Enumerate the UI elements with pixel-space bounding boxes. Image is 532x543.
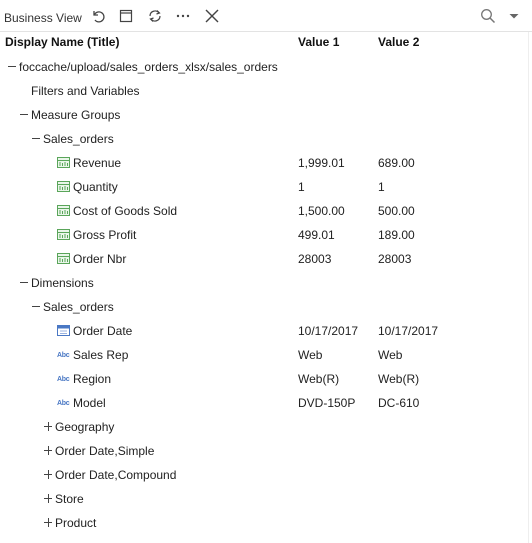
tree-node-dimension-field[interactable]: Abc Model DVD-150P DC-610 xyxy=(0,394,532,412)
value2-cell: 10/17/2017 xyxy=(378,324,439,338)
tree-node-label: foccache/upload/sales_orders_xlsx/sales_… xyxy=(19,60,278,74)
expand-toggle[interactable] xyxy=(43,422,53,432)
tree-node-label: Measure Groups xyxy=(31,108,121,122)
tree-node-label: Store xyxy=(55,492,84,506)
column-header-value2[interactable]: Value 2 xyxy=(378,35,419,49)
measure-icon xyxy=(57,253,70,264)
tree-node-measure-sales-orders[interactable]: Sales_orders xyxy=(0,130,532,148)
tree-node-dimensions[interactable]: Dimensions xyxy=(0,274,532,292)
value1-cell: 10/17/2017 xyxy=(298,324,359,338)
refresh-icon[interactable] xyxy=(147,8,165,24)
expand-toggle[interactable] xyxy=(43,494,53,504)
collapse-toggle[interactable] xyxy=(7,62,17,72)
tree-node-label: Quantity xyxy=(73,180,118,194)
value1-cell: Web(R) xyxy=(298,372,340,386)
measure-icon xyxy=(57,229,70,240)
undo-icon[interactable] xyxy=(90,8,108,24)
dropdown-icon[interactable] xyxy=(506,8,524,24)
expand-toggle[interactable] xyxy=(43,518,53,528)
calendar-icon xyxy=(57,325,70,336)
text-field-icon: Abc xyxy=(57,400,70,407)
column-header-display-name[interactable]: Display Name (Title) xyxy=(5,35,119,49)
tree-node-label: Dimensions xyxy=(31,276,94,290)
value1-cell: DVD-150P xyxy=(298,396,356,410)
collapse-toggle[interactable] xyxy=(19,278,29,288)
text-field-icon: Abc xyxy=(57,376,70,383)
tree-node-label: Gross Profit xyxy=(73,228,137,242)
value2-cell: DC-610 xyxy=(378,396,420,410)
tree-node-measure[interactable]: Order Nbr 28003 28003 xyxy=(0,250,532,268)
expand-toggle[interactable] xyxy=(43,470,53,480)
value2-cell: 189.00 xyxy=(378,228,415,242)
collapse-toggle[interactable] xyxy=(31,302,41,312)
value1-cell: 1,500.00 xyxy=(298,204,345,218)
tree-node-label: Sales Rep xyxy=(73,348,129,362)
tree-node-root[interactable]: foccache/upload/sales_orders_xlsx/sales_… xyxy=(0,58,532,76)
value1-cell: 1,999.01 xyxy=(298,156,345,170)
tree-node-label: Order Date xyxy=(73,324,133,338)
column-header-value1[interactable]: Value 1 xyxy=(298,35,339,49)
tree-node-label: Cost of Goods Sold xyxy=(73,204,178,218)
tree-node-label: Order Nbr xyxy=(73,252,127,266)
tree-node-label: Order Date,Simple xyxy=(55,444,155,458)
tree-node-collapsed-group[interactable]: Order Date,Simple xyxy=(0,442,532,460)
tree-node-measure[interactable]: Cost of Goods Sold 1,500.00 500.00 xyxy=(0,202,532,220)
tree-node-label: Order Date,Compound xyxy=(55,468,177,482)
tree-node-collapsed-group[interactable]: Store xyxy=(0,490,532,508)
value2-cell: 500.00 xyxy=(378,204,415,218)
collapse-toggle[interactable] xyxy=(19,110,29,120)
tree-node-label: Revenue xyxy=(73,156,122,170)
tree-node-label: Sales_orders xyxy=(43,300,114,314)
value2-cell: Web xyxy=(378,348,403,362)
toolbar: Business View xyxy=(0,0,532,32)
tree-node-dimension-field[interactable]: Abc Sales Rep Web Web xyxy=(0,346,532,364)
text-field-icon: Abc xyxy=(57,352,70,359)
tree-node-dimension-sales-orders[interactable]: Sales_orders xyxy=(0,298,532,316)
tree-node-measure[interactable]: Quantity 1 1 xyxy=(0,178,532,196)
tree-node-label: Product xyxy=(55,516,97,530)
more-icon[interactable] xyxy=(175,8,193,24)
tree-node-collapsed-group[interactable]: Order Date,Compound xyxy=(0,466,532,484)
tree-node-measure[interactable]: Revenue 1,999.01 689.00 xyxy=(0,154,532,172)
search-icon[interactable] xyxy=(480,8,498,24)
tree-node-label: Sales_orders xyxy=(43,132,114,146)
collapse-toggle[interactable] xyxy=(31,134,41,144)
measure-icon xyxy=(57,181,70,192)
tree-node-dimension-field[interactable]: Abc Region Web(R) Web(R) xyxy=(0,370,532,388)
value1-cell: 28003 xyxy=(298,252,332,266)
expand-toggle[interactable] xyxy=(43,446,53,456)
value2-cell: 689.00 xyxy=(378,156,415,170)
tree-node-label: Filters and Variables xyxy=(31,84,140,98)
tree-node-measure-groups[interactable]: Measure Groups xyxy=(0,106,532,124)
value2-cell: 28003 xyxy=(378,252,412,266)
value1-cell: 1 xyxy=(298,180,305,194)
measure-icon xyxy=(57,205,70,216)
tree-node-label: Region xyxy=(73,372,112,386)
close-icon[interactable] xyxy=(204,8,222,24)
tree-node-filters[interactable]: Filters and Variables xyxy=(0,82,532,100)
panel-title: Business View xyxy=(4,11,82,25)
value2-cell: Web(R) xyxy=(378,372,420,386)
tree-node-collapsed-group[interactable]: Product xyxy=(0,514,532,532)
tree-node-measure[interactable]: Gross Profit 499.01 189.00 xyxy=(0,226,532,244)
value2-cell: 1 xyxy=(378,180,385,194)
tree-node-label: Model xyxy=(73,396,106,410)
column-header-row: Display Name (Title) Value 1 Value 2 xyxy=(0,32,532,52)
tree-node-dimension-field[interactable]: Order Date 10/17/2017 10/17/2017 xyxy=(0,322,532,340)
tree-node-collapsed-group[interactable]: Geography xyxy=(0,418,532,436)
frame-icon[interactable] xyxy=(118,8,136,24)
tree-node-label: Geography xyxy=(55,420,115,434)
measure-icon xyxy=(57,157,70,168)
value1-cell: 499.01 xyxy=(298,228,335,242)
value1-cell: Web xyxy=(298,348,323,362)
